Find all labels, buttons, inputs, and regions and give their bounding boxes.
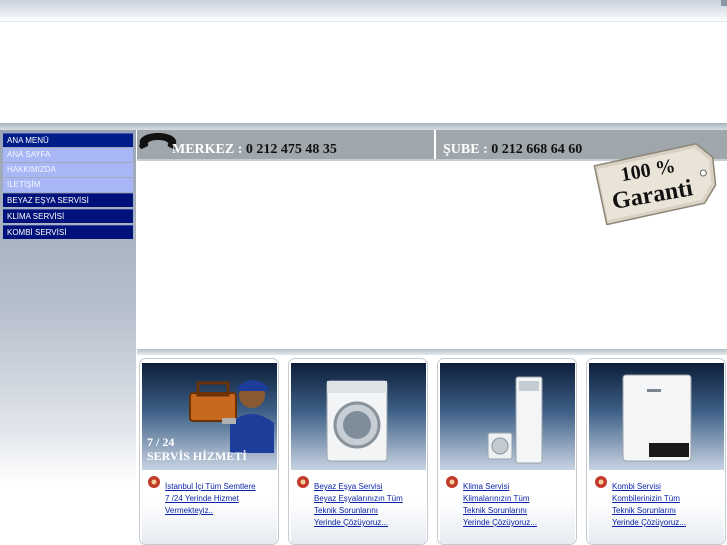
phone-bar-separator bbox=[434, 130, 436, 159]
menu-item-iletisim[interactable]: İLETİŞİM bbox=[3, 178, 133, 192]
sube-phone[interactable]: ŞUBE : 0 212 668 64 60 bbox=[443, 142, 582, 158]
flower-icon bbox=[595, 476, 607, 488]
card-link-line[interactable]: Klimalarınızın Tüm bbox=[463, 494, 530, 503]
card-text-area: İstanbul İçi Tüm Semtlere 7 /24 Yerinde … bbox=[142, 470, 277, 544]
flower-icon bbox=[297, 476, 309, 488]
flower-icon bbox=[148, 476, 160, 488]
service-title-line2: SERVİS HİZMETİ bbox=[147, 449, 247, 463]
menu-item-klima[interactable]: KLİMA SERVİSİ bbox=[3, 209, 133, 223]
service-card-kombi[interactable]: Kombi Servisi Kombilerinizin Tüm Teknik … bbox=[586, 358, 726, 545]
service-title-line1: 7 / 24 bbox=[147, 435, 175, 449]
card-link-line[interactable]: İstanbul İçi Tüm Semtlere bbox=[165, 482, 256, 491]
card-link-line[interactable]: Beyaz Eşya Servisi bbox=[314, 482, 382, 491]
card-link-line[interactable]: Kombilerinizin Tüm bbox=[612, 494, 680, 503]
top-banner bbox=[0, 0, 727, 22]
menu-item-hakkimizda[interactable]: HAKKIMIZDA bbox=[3, 163, 133, 177]
menu-item-kombi[interactable]: KOMBİ SERVİSİ bbox=[3, 225, 133, 239]
service-card-beyaz-esya[interactable]: Beyaz Eşya Servisi Beyaz Eşyalarınızın T… bbox=[288, 358, 428, 545]
washing-machine-icon bbox=[326, 380, 388, 462]
card-link-line[interactable]: Klima Servisi bbox=[463, 482, 509, 491]
air-conditioner-image bbox=[440, 363, 575, 470]
card-link-line[interactable]: Teknik Sorunlarını bbox=[463, 506, 527, 515]
header-band bbox=[0, 123, 727, 130]
boiler-icon bbox=[622, 374, 692, 462]
menu-header: ANA MENÜ bbox=[3, 133, 133, 147]
merkez-number: 0 212 475 48 35 bbox=[245, 142, 337, 157]
card-link-line[interactable]: Beyaz Eşyalarınızın Tüm bbox=[314, 494, 403, 503]
card-link-line[interactable]: Yerinde Çözüyoruz... bbox=[314, 518, 388, 527]
merkez-label: MERKEZ : bbox=[172, 142, 243, 157]
card-link-line[interactable]: Yerinde Çözüyoruz... bbox=[463, 518, 537, 527]
sube-label: ŞUBE : bbox=[443, 142, 488, 157]
corner-decoration bbox=[721, 0, 727, 6]
card-link-line[interactable]: Yerinde Çözüyoruz... bbox=[612, 518, 686, 527]
service-card-724[interactable]: 7 / 24 SERVİS HİZMETİ İstanbul İçi Tüm S… bbox=[139, 358, 279, 545]
card-link-line[interactable]: Teknik Sorunlarını bbox=[612, 506, 676, 515]
card-link-line[interactable]: Vermekteyiz.. bbox=[165, 506, 213, 515]
guarantee-badge: 100 % Garanti bbox=[593, 143, 717, 225]
flower-icon bbox=[446, 476, 458, 488]
boiler-image bbox=[589, 363, 724, 470]
merkez-phone[interactable]: MERKEZ : 0 212 475 48 35 bbox=[172, 142, 337, 158]
card-text-area: Beyaz Eşya Servisi Beyaz Eşyalarınızın T… bbox=[291, 470, 426, 544]
menu-item-ana-sayfa[interactable]: ANA SAYFA bbox=[3, 148, 133, 162]
card-link-line[interactable]: Teknik Sorunlarını bbox=[314, 506, 378, 515]
sube-number: 0 212 668 64 60 bbox=[491, 142, 583, 157]
card-text-area: Kombi Servisi Kombilerinizin Tüm Teknik … bbox=[589, 470, 724, 544]
sidebar: ANA MENÜ ANA SAYFA HAKKIMIZDA İLETİŞİM B… bbox=[0, 130, 136, 485]
menu-item-beyaz-esya[interactable]: BEYAZ EŞYA SERVİSİ bbox=[3, 193, 133, 207]
air-conditioner-icon bbox=[487, 376, 543, 464]
card-text-area: Klima Servisi Klimalarınızın Tüm Teknik … bbox=[440, 470, 575, 544]
serviceman-image: 7 / 24 SERVİS HİZMETİ bbox=[142, 363, 277, 470]
service-card-klima[interactable]: Klima Servisi Klimalarınızın Tüm Teknik … bbox=[437, 358, 577, 545]
content-divider bbox=[137, 349, 727, 355]
card-link-line[interactable]: 7 /24 Yerinde Hizmet bbox=[165, 494, 239, 503]
card-link-line[interactable]: Kombi Servisi bbox=[612, 482, 661, 491]
washing-machine-image bbox=[291, 363, 426, 470]
